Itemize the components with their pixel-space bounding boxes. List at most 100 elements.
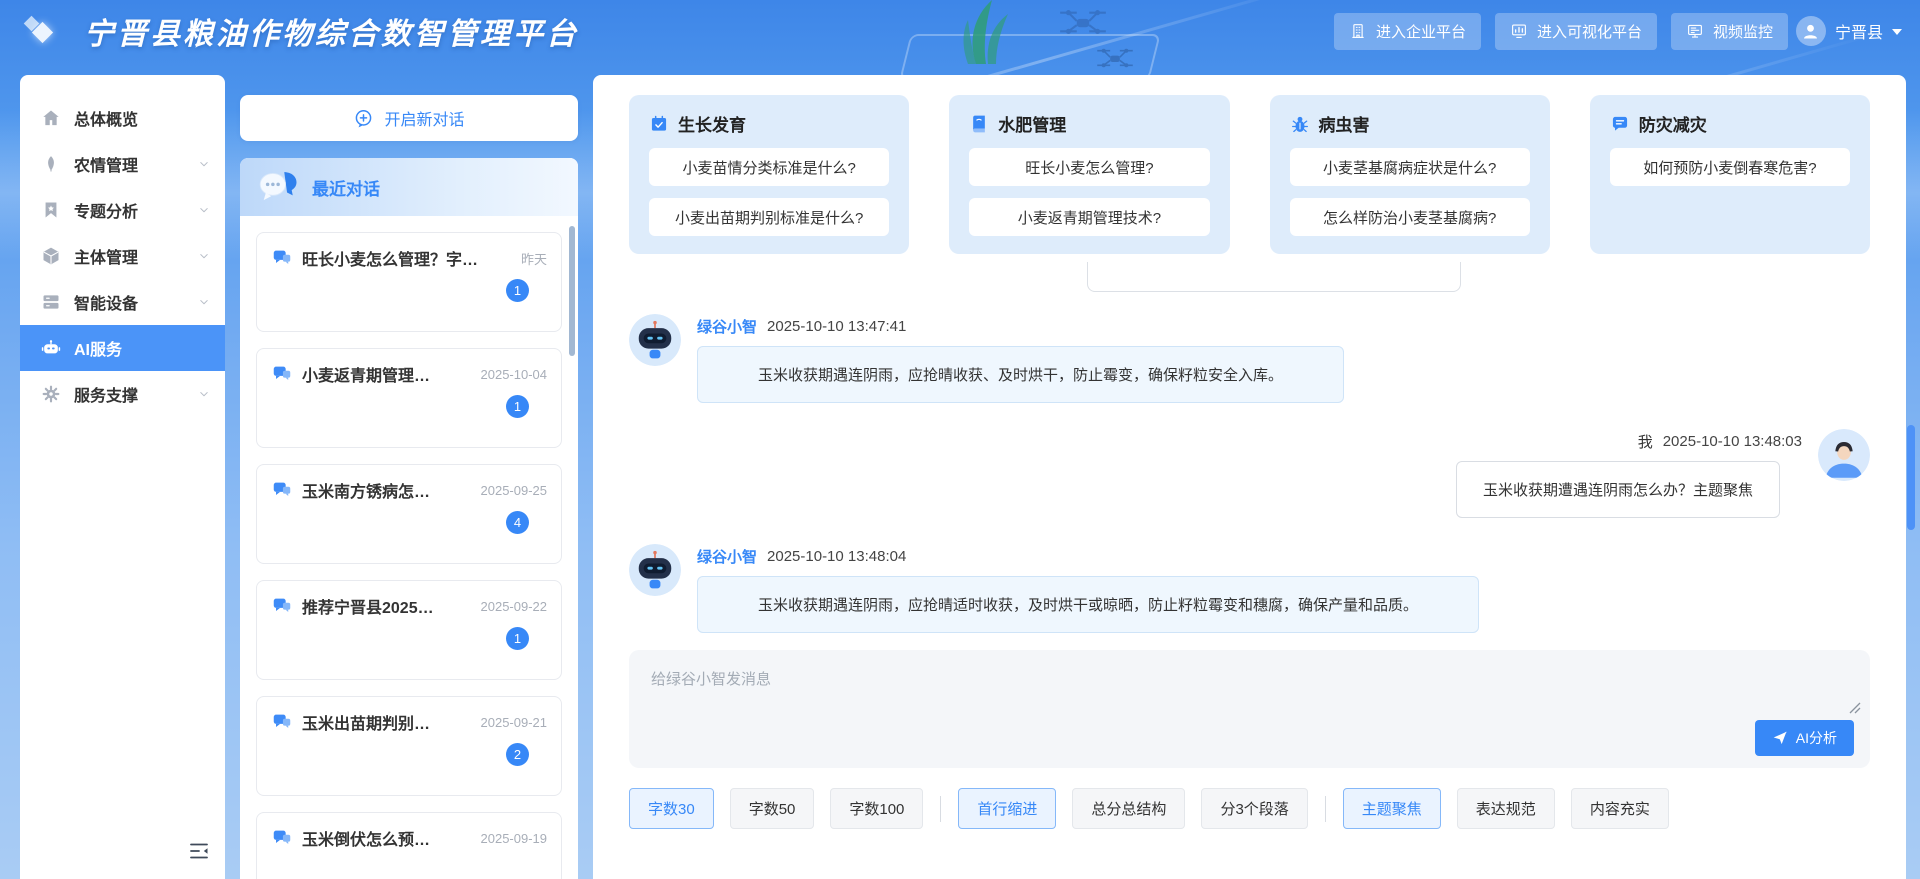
- style-chip[interactable]: 字数30: [629, 788, 714, 829]
- conversation-list-item[interactable]: 推荐宁晋县2025… 2025-09-22 1: [256, 580, 562, 680]
- message-time: 2025-10-10 13:48:04: [767, 548, 906, 565]
- quick-question-button[interactable]: 小麦苗情分类标准是什么?: [649, 148, 889, 186]
- conversation-list-item[interactable]: 玉米出苗期判别… 2025-09-21 2: [256, 696, 562, 796]
- sidebar-item-icon: [41, 292, 61, 312]
- conversation-list-item[interactable]: 玉米南方锈病怎… 2025-09-25 4: [256, 464, 562, 564]
- main-scrollbar-thumb[interactable]: [1907, 425, 1915, 530]
- category-title: 防灾减灾: [1610, 111, 1850, 136]
- quick-question-button[interactable]: 怎么样防治小麦茎基腐病?: [1290, 198, 1530, 236]
- message-meta: 绿谷小智 2025-10-10 13:48:04: [697, 544, 1870, 567]
- recent-chats-title: 最近对话: [312, 175, 380, 200]
- conversation-title: 玉米倒伏怎么预…: [302, 826, 472, 850]
- style-chip[interactable]: 分3个段落: [1201, 788, 1307, 829]
- unread-badge: 1: [506, 395, 529, 418]
- category-card: 生长发育 小麦苗情分类标准是什么? 小麦出苗期判别标准是什么?: [629, 95, 909, 254]
- recent-chats-header: 最近对话: [240, 158, 578, 216]
- recent-chats-panel: 最近对话 旺长小麦怎么管理？字… 昨天 1: [240, 158, 578, 879]
- chevron-down-icon: [197, 203, 211, 217]
- sidebar-item-label: AI服务: [74, 336, 122, 360]
- sidebar-item[interactable]: 总体概览: [20, 95, 225, 141]
- conversation-date: 2025-09-22: [481, 599, 548, 614]
- chat-message: 我 2025-10-10 13:48:03 玉米收获期遭遇连阴雨怎么办？主题聚焦: [629, 429, 1870, 518]
- recent-chats-list: 旺长小麦怎么管理？字… 昨天 1 小麦返青期管理… 2025-10-04: [240, 216, 578, 879]
- resize-handle-icon[interactable]: [1847, 700, 1861, 714]
- ai-analyze-button[interactable]: AI分析: [1755, 720, 1854, 756]
- message-bubble: 玉米收获期遭遇连阴雨怎么办？主题聚焦: [1456, 461, 1780, 518]
- header-action-button[interactable]: 进入企业平台: [1334, 13, 1481, 50]
- message-sender: 绿谷小智: [697, 316, 757, 337]
- chat-bubbles-icon: [258, 169, 300, 205]
- app-window: 宁晋县粮油作物综合数智管理平台 进入企业平台 进入可视化平台 视频监控: [0, 0, 1920, 879]
- message-bubble: 玉米收获期遇连阴雨，应抢晴适时收获，及时烘干或晾晒，防止籽粒霉变和穗腐，确保产量…: [697, 576, 1479, 633]
- unread-badge: 1: [506, 279, 529, 302]
- header-action-icon: [1510, 22, 1528, 40]
- header-action-button[interactable]: 视频监控: [1671, 13, 1788, 50]
- message-bubble: 玉米收获期遇连阴雨，应抢晴收获、及时烘干，防止霉变，确保籽粒安全入库。: [697, 346, 1344, 403]
- style-chip[interactable]: 表达规范: [1457, 788, 1555, 829]
- chat-item-icon: [271, 827, 293, 849]
- conversation-date: 2025-09-19: [481, 831, 548, 846]
- clipped-message-bubble: [1087, 262, 1461, 292]
- message-time: 2025-10-10 13:47:41: [767, 318, 906, 335]
- quick-question-button[interactable]: 旺长小麦怎么管理?: [969, 148, 1209, 186]
- send-icon: [1772, 730, 1788, 746]
- quick-question-button[interactable]: 小麦出苗期判别标准是什么?: [649, 198, 889, 236]
- conversation-title: 旺长小麦怎么管理？字…: [302, 246, 512, 270]
- ai-avatar: [629, 314, 681, 366]
- chat-list-scrollbar-thumb[interactable]: [569, 226, 575, 356]
- ai-avatar: [629, 544, 681, 596]
- chat-item-icon: [271, 247, 293, 269]
- conversation-date: 昨天: [521, 249, 547, 268]
- category-icon: [1610, 114, 1630, 134]
- header-action-icon: [1349, 22, 1367, 40]
- sidebar-item[interactable]: 智能设备: [20, 279, 225, 325]
- style-chip[interactable]: 字数50: [730, 788, 815, 829]
- unread-badge: 1: [506, 627, 529, 650]
- chip-group: 首行缩进 总分总结构 分3个段落: [940, 788, 1307, 829]
- user-name: 宁晋县: [1835, 19, 1883, 43]
- new-chat-button[interactable]: 开启新对话: [240, 95, 578, 141]
- unread-badge: 4: [506, 511, 529, 534]
- style-chip[interactable]: 内容充实: [1571, 788, 1669, 829]
- message-history: 绿谷小智 2025-10-10 13:47:41 玉米收获期遇连阴雨，应抢晴收获…: [629, 262, 1870, 650]
- unread-badge: 2: [506, 743, 529, 766]
- category-title: 生长发育: [649, 111, 889, 136]
- composer: AI分析: [629, 650, 1870, 768]
- category-icon: [1290, 114, 1310, 134]
- collapse-sidebar-icon[interactable]: [187, 839, 211, 863]
- message-meta: 我 2025-10-10 13:48:03: [629, 429, 1802, 452]
- quick-question-button[interactable]: 小麦返青期管理技术?: [969, 198, 1209, 236]
- conversation-date: 2025-09-25: [481, 483, 548, 498]
- conversation-list-item[interactable]: 小麦返青期管理… 2025-10-04 1: [256, 348, 562, 448]
- conversation-title: 玉米南方锈病怎…: [302, 478, 472, 502]
- style-chip[interactable]: 主题聚焦: [1343, 788, 1441, 829]
- user-menu[interactable]: 宁晋县: [1796, 16, 1902, 46]
- quick-question-button[interactable]: 如何预防小麦倒春寒危害?: [1610, 148, 1850, 186]
- app-header: 宁晋县粮油作物综合数智管理平台 进入企业平台 进入可视化平台 视频监控: [0, 0, 1920, 62]
- quick-question-button[interactable]: 小麦茎基腐病症状是什么?: [1290, 148, 1530, 186]
- conversation-list-item[interactable]: 玉米倒伏怎么预… 2025-09-19: [256, 812, 562, 879]
- conversation-title: 推荐宁晋县2025…: [302, 594, 472, 618]
- sidebar-item[interactable]: 专题分析: [20, 187, 225, 233]
- chat-item-icon: [271, 479, 293, 501]
- chat-message: 绿谷小智 2025-10-10 13:48:04 玉米收获期遇连阴雨，应抢晴适时…: [629, 544, 1870, 633]
- sidebar-item[interactable]: 服务支撑: [20, 371, 225, 417]
- chat-item-icon: [271, 363, 293, 385]
- style-chip[interactable]: 首行缩进: [958, 788, 1056, 829]
- header-action-button[interactable]: 进入可视化平台: [1495, 13, 1657, 50]
- header-actions: 进入企业平台 进入可视化平台 视频监控: [1334, 13, 1788, 50]
- style-chips-toolbar: 字数30 字数50 字数100 首行缩进: [629, 788, 1870, 829]
- sidebar-item[interactable]: 农情管理: [20, 141, 225, 187]
- plus-chat-icon: [353, 108, 374, 129]
- style-chip[interactable]: 总分总结构: [1072, 788, 1185, 829]
- message-input[interactable]: [629, 650, 1870, 722]
- chevron-down-icon: [197, 249, 211, 263]
- sidebar: 总体概览 农情管理 专题分析: [20, 75, 225, 879]
- chip-group: 字数30 字数50 字数100: [629, 788, 923, 829]
- conversation-list-item[interactable]: 旺长小麦怎么管理？字… 昨天 1: [256, 232, 562, 332]
- sidebar-item-icon: [41, 154, 61, 174]
- sidebar-item[interactable]: AI服务: [20, 325, 225, 371]
- sidebar-item-label: 总体概览: [74, 106, 138, 130]
- style-chip[interactable]: 字数100: [830, 788, 923, 829]
- sidebar-item[interactable]: 主体管理: [20, 233, 225, 279]
